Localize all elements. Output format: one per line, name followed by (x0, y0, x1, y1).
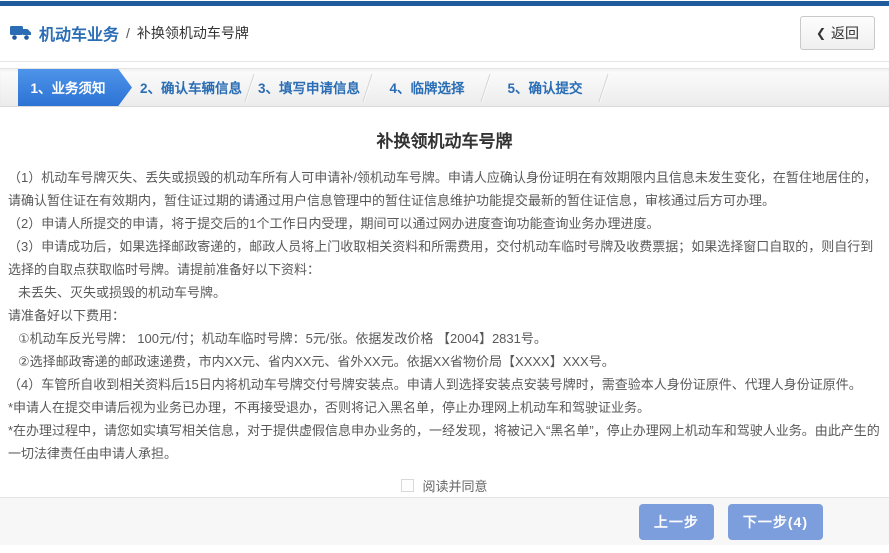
step-wizard: 1、业务须知 2、确认车辆信息 3、填写申请信息 4、临牌选择 5、确认提交 (0, 68, 889, 108)
notice-paragraph: ②选择邮政寄递的邮政速递费，市内XX元、省内XX元、省外XX元。依据XX省物价局… (8, 350, 881, 373)
step-label: 2、确认车辆信息 (140, 77, 242, 97)
step-3-fill-application-info[interactable]: 3、填写申请信息 (250, 69, 368, 107)
footer-action-bar: 上一步 下一步(4) (0, 497, 889, 545)
breadcrumb: 机动车业务 / 补换领机动车号牌 (10, 21, 249, 45)
notice-paragraph: （2）申请人所提交的申请，将于提交后的1个工作日内受理，期间可以通过网办进度查询… (8, 212, 881, 235)
step-label: 4、临牌选择 (389, 77, 464, 97)
notice-paragraph: 未丢失、灭失或损毁的机动车号牌。 (8, 281, 881, 304)
prev-step-button[interactable]: 上一步 (639, 504, 714, 540)
truck-icon (10, 25, 32, 41)
agree-checkbox[interactable] (401, 479, 414, 492)
step-2-confirm-vehicle-info[interactable]: 2、确认车辆信息 (132, 69, 250, 107)
step-4-temporary-plate-choice[interactable]: 4、临牌选择 (368, 69, 486, 107)
step-1-business-notice[interactable]: 1、业务须知 (18, 69, 132, 107)
agree-label[interactable]: 阅读并同意 (422, 476, 487, 495)
step-label: 1、业务须知 (30, 77, 105, 97)
notice-paragraph: （4）车管所自收到相关资料后15日内将机动车号牌交付号牌安装点。申请人到选择安装… (8, 373, 881, 396)
notice-paragraph: *申请人在提交申请后视为业务已办理，不再接受退办，否则将记入黑名单，停止办理网上… (8, 396, 881, 419)
step-5-confirm-submit[interactable]: 5、确认提交 (486, 69, 604, 107)
notice-paragraph: （3）申请成功后，如果选择邮政寄递的，邮政人员将上门收取相关资料和所需费用，交付… (8, 235, 881, 281)
notice-paragraph: *在办理过程中，请您如实填写相关信息，对于提供虚假信息申办业务的，一经发现，将被… (8, 419, 881, 465)
page: 机动车业务 / 补换领机动车号牌 ❮ 返回 1、业务须知 2、确认车辆信息 3、… (0, 0, 889, 553)
header: 机动车业务 / 补换领机动车号牌 ❮ 返回 (0, 6, 889, 62)
notice-content: 补换领机动车号牌 （1）机动车号牌灭失、丢失或损毁的机动车所有人可申请补/领机动… (0, 107, 889, 497)
notice-paragraph: ①机动车反光号牌： 100元/付；机动车临时号牌：5元/张。依据发改价格 【20… (8, 327, 881, 350)
step-label: 3、填写申请信息 (258, 77, 360, 97)
breadcrumb-section[interactable]: 机动车业务 (39, 21, 119, 45)
page-title: 补换领机动车号牌 (8, 127, 881, 152)
next-step-button[interactable]: 下一步(4) (728, 504, 823, 540)
notice-paragraph: 请准备好以下费用： (8, 304, 881, 327)
breadcrumb-page: 补换领机动车号牌 (137, 23, 249, 43)
chevron-left-icon: ❮ (816, 26, 826, 40)
breadcrumb-separator: / (126, 25, 130, 41)
back-button-label: 返回 (831, 23, 859, 43)
agreement-row: 阅读并同意 (8, 473, 881, 497)
back-button[interactable]: ❮ 返回 (800, 16, 875, 50)
notice-paragraph: （1）机动车号牌灭失、丢失或损毁的机动车所有人可申请补/领机动车号牌。申请人应确… (8, 166, 881, 212)
step-label: 5、确认提交 (507, 77, 582, 97)
